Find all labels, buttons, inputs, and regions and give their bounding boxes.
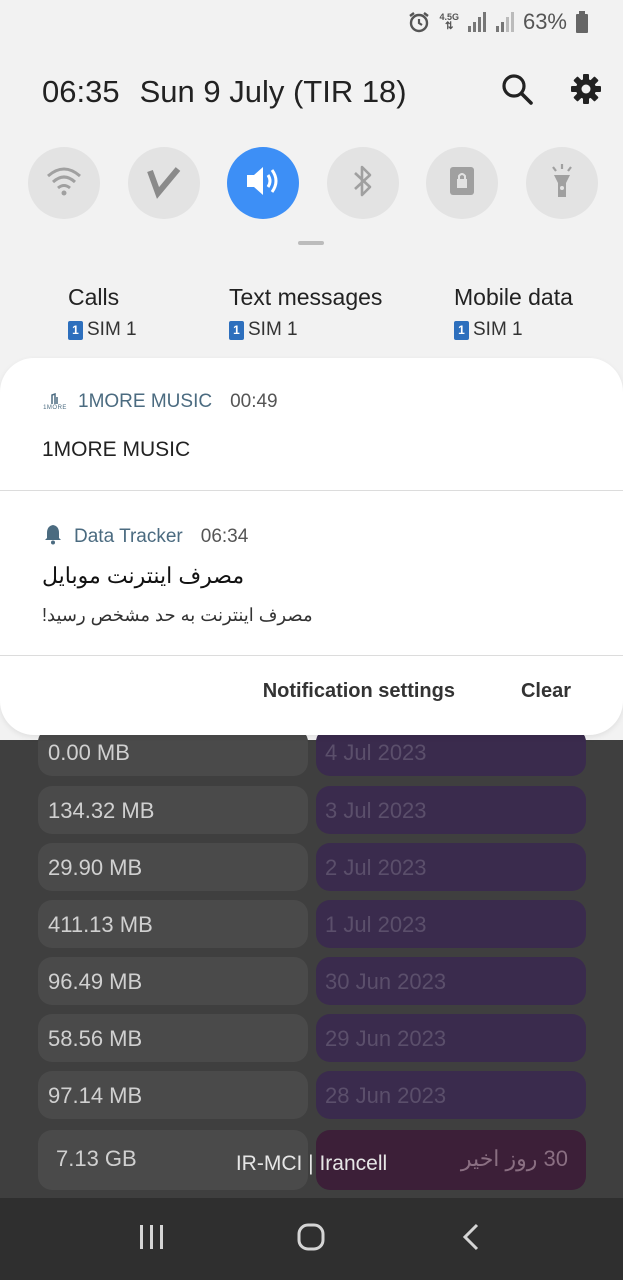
wifi-toggle[interactable] xyxy=(28,147,100,219)
usage-date: 2 Jul 2023 xyxy=(316,843,586,891)
bluetooth-icon xyxy=(351,163,375,204)
back-icon xyxy=(460,1222,482,1257)
usage-row[interactable]: 96.49 MB 30 Jun 2023 xyxy=(38,957,586,1005)
usage-date: 30 Jun 2023 xyxy=(316,957,586,1005)
usage-row[interactable]: 134.32 MB 3 Jul 2023 xyxy=(38,786,586,834)
usage-date: 4 Jul 2023 xyxy=(316,728,586,776)
notification-body: مصرف اینترنت به حد مشخص رسید! xyxy=(42,605,313,625)
notification-header: 1MORE 1MORE MUSIC 00:49 xyxy=(42,391,278,413)
signal-sim1-icon xyxy=(467,11,487,33)
notification-settings-button[interactable]: Notification settings xyxy=(263,680,455,703)
alarm-icon xyxy=(407,10,431,34)
notification-1more-music[interactable]: 1MORE 1MORE MUSIC 00:49 1MORE MUSIC xyxy=(0,358,623,491)
sim-pref-value: SIM 1 xyxy=(248,319,298,340)
sim-pref-value: SIM 1 xyxy=(87,319,137,340)
usage-amount: 97.14 MB xyxy=(38,1071,308,1119)
notification-time: 06:34 xyxy=(200,526,249,547)
1more-logo-text: 1MORE xyxy=(43,405,67,411)
vpn-toggle[interactable] xyxy=(127,147,200,219)
battery-percent: 63% xyxy=(522,9,567,34)
sim-pref-value: SIM 1 xyxy=(473,319,523,340)
sim-card-icon: 1 xyxy=(454,320,469,340)
recents-icon xyxy=(137,1223,167,1256)
shade-drag-handle[interactable] xyxy=(298,241,324,245)
usage-amount: 411.13 MB xyxy=(38,900,308,948)
usage-amount: 58.56 MB xyxy=(38,1014,308,1062)
notification-actions: Notification settings Clear xyxy=(263,680,571,703)
sim-pref-text-messages[interactable]: Text messages 1 SIM 1 xyxy=(229,284,382,341)
sim-pref-title: Text messages xyxy=(229,284,383,310)
usage-row[interactable]: 97.14 MB 28 Jun 2023 xyxy=(38,1071,586,1119)
usage-date: 1 Jul 2023 xyxy=(316,900,586,948)
usage-date: 29 Jun 2023 xyxy=(316,1014,586,1062)
sim-pref-title: Mobile data xyxy=(454,284,573,310)
usage-amount: 29.90 MB xyxy=(38,843,308,891)
notification-card: 1MORE 1MORE MUSIC 00:49 1MORE MUSIC Data… xyxy=(0,358,623,735)
notification-app-name: Data Tracker xyxy=(74,526,183,547)
flashlight-toggle[interactable] xyxy=(525,147,598,219)
notification-app-name: 1MORE MUSIC xyxy=(78,391,213,412)
flashlight-icon xyxy=(547,163,577,204)
vpn-icon xyxy=(146,163,182,204)
sim-card-icon: 1 xyxy=(229,320,244,340)
sound-toggle[interactable] xyxy=(227,147,300,219)
sound-icon xyxy=(243,163,283,204)
1more-logo-icon: 1MORE xyxy=(42,393,68,411)
usage-row[interactable]: 0.00 MB 4 Jul 2023 xyxy=(38,728,586,776)
back-button[interactable] xyxy=(436,1209,506,1269)
signal-sim2-icon xyxy=(495,11,515,33)
search-icon[interactable] xyxy=(500,72,534,111)
notification-body: 1MORE MUSIC xyxy=(42,438,191,461)
recents-button[interactable] xyxy=(117,1209,187,1269)
wifi-icon xyxy=(46,166,82,201)
notification-header: Data Tracker 06:34 xyxy=(42,523,248,551)
usage-row[interactable]: 411.13 MB 1 Jul 2023 xyxy=(38,900,586,948)
clock-row: 06:35 Sun 9 July (TIR 18) xyxy=(42,70,602,114)
sim-card-icon: 1 xyxy=(68,320,83,340)
clock-date[interactable]: Sun 9 July (TIR 18) xyxy=(140,74,407,110)
network-type-icon: 4.5G ⇅ xyxy=(439,12,459,32)
battery-icon xyxy=(575,11,589,33)
carrier-label: IR-MCI | Irancell xyxy=(235,1152,388,1175)
gear-icon[interactable] xyxy=(570,73,602,110)
usage-date: 3 Jul 2023 xyxy=(316,786,586,834)
usage-amount: 134.32 MB xyxy=(38,786,308,834)
notification-title: مصرف اینترنت موبایل xyxy=(42,563,245,588)
home-icon xyxy=(296,1222,326,1257)
usage-row[interactable]: 58.56 MB 29 Jun 2023 xyxy=(38,1014,586,1062)
usage-date: 28 Jun 2023 xyxy=(316,1071,586,1119)
screen-lock-icon xyxy=(448,165,476,202)
home-button[interactable] xyxy=(276,1209,346,1269)
usage-amount: 0.00 MB xyxy=(38,728,308,776)
clear-button[interactable]: Clear xyxy=(521,680,571,703)
usage-row[interactable]: 29.90 MB 2 Jul 2023 xyxy=(38,843,586,891)
sim-pref-mobile-data[interactable]: Mobile data 1 SIM 1 xyxy=(454,284,573,341)
quick-settings-row xyxy=(28,147,598,219)
sim-pref-title: Calls xyxy=(68,284,120,310)
usage-amount: 96.49 MB xyxy=(38,957,308,1005)
clock-time: 06:35 xyxy=(42,74,120,109)
bell-icon xyxy=(42,523,64,551)
sim-pref-calls[interactable]: Calls 1 SIM 1 xyxy=(68,284,137,341)
notification-data-tracker[interactable]: Data Tracker 06:34 مصرف اینترنت موبایل م… xyxy=(0,491,623,656)
navigation-bar xyxy=(0,1198,623,1280)
notification-time: 00:49 xyxy=(230,391,278,412)
sim-preferences: Calls 1 SIM 1 Text messages 1 SIM 1 Mobile… xyxy=(0,284,623,344)
screen-lock-toggle[interactable] xyxy=(426,147,499,219)
bluetooth-toggle[interactable] xyxy=(326,147,399,219)
status-bar: 4.5G ⇅ 63% xyxy=(407,8,589,36)
